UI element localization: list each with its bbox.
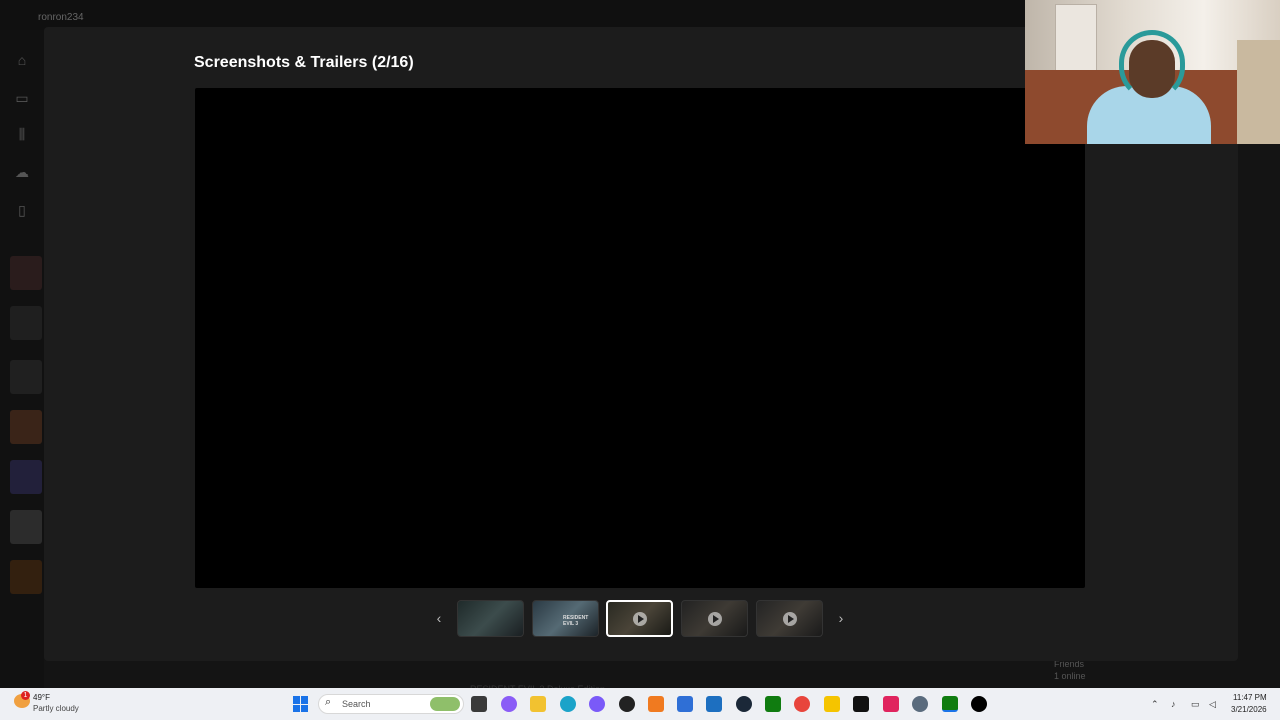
background-sidebar: ⌂ ▭ ⫼ ☁ ▯ [0,30,44,688]
microphone-icon[interactable]: ♪ [1171,699,1176,709]
media-thumbnail[interactable] [457,600,524,637]
home-icon: ⌂ [17,52,27,68]
app-icon[interactable] [648,696,664,712]
media-thumbnail[interactable] [681,600,748,637]
play-icon [632,611,647,626]
copilot-icon[interactable] [501,696,517,712]
store-icon: ▯ [18,202,26,218]
recent-game-thumb [10,256,42,290]
search-icon: ⌕ [325,696,332,708]
outlook-icon[interactable] [706,696,722,712]
file-explorer-icon[interactable] [530,696,546,712]
play-icon [782,611,797,626]
chrome-icon[interactable] [794,696,810,712]
tiktok-icon[interactable] [971,696,987,712]
search-placeholder[interactable]: Search [342,699,371,709]
previous-button[interactable]: ‹ [426,605,452,631]
background-username: ronron234 [38,12,84,23]
background-friends: Friends 1 online [1054,658,1086,682]
clock-date[interactable]: 3/21/2026 [1231,705,1267,714]
game-pass-icon: ▭ [15,90,29,106]
volume-icon[interactable]: ◁ [1209,699,1216,710]
store-icon[interactable] [677,696,693,712]
thumbnail-caption: RESIDENT EVIL 3 [563,615,589,627]
modal-title: Screenshots & Trailers (2/16) [194,54,414,71]
start-button[interactable] [293,696,309,712]
xbox-app-icon[interactable] [942,696,958,712]
play-icon [707,611,722,626]
friends-status: 1 online [1054,671,1086,681]
chevron-right-icon: › [838,610,844,626]
recent-game-thumb [10,360,42,394]
rockstar-icon[interactable] [824,696,840,712]
windows-taskbar [0,688,1280,720]
media-viewer[interactable] [195,88,1085,588]
obs-icon[interactable] [619,696,635,712]
recent-game-thumb [10,510,42,544]
windows-logo-icon [293,696,300,704]
tiktok-live-icon[interactable] [883,696,899,712]
steam-icon[interactable] [736,696,752,712]
recent-game-thumb [10,560,42,594]
headset-icon [1119,30,1185,100]
weather-description[interactable]: Partly cloudy [33,704,79,713]
weather-temperature[interactable]: 49°F [33,693,50,702]
recent-game-thumb [10,410,42,444]
media-thumbnail[interactable]: RESIDENT EVIL 3 [532,600,599,637]
cloud-icon: ☁ [15,164,29,180]
chevron-left-icon: ‹ [436,610,442,626]
xbox-icon[interactable] [765,696,781,712]
discord-icon[interactable] [589,696,605,712]
clock-time[interactable]: 11:47 PM [1233,693,1267,702]
chevron-up-icon[interactable]: ⌃ [1151,699,1159,710]
media-thumbnail-selected[interactable] [606,600,673,637]
recent-game-thumb [10,306,42,340]
webcam-overlay [1025,0,1280,144]
weather-badge: 1 [21,691,30,700]
media-thumbnail[interactable] [756,600,823,637]
call-of-duty-icon[interactable] [853,696,869,712]
recent-game-thumb [10,460,42,494]
search-highlight-icon [430,697,460,711]
settings-icon[interactable] [912,696,928,712]
library-icon: ⫼ [18,126,26,142]
display-icon[interactable]: ▭ [1191,699,1200,710]
next-button[interactable]: › [828,605,854,631]
task-view-icon[interactable] [471,696,487,712]
edge-icon[interactable] [560,696,576,712]
